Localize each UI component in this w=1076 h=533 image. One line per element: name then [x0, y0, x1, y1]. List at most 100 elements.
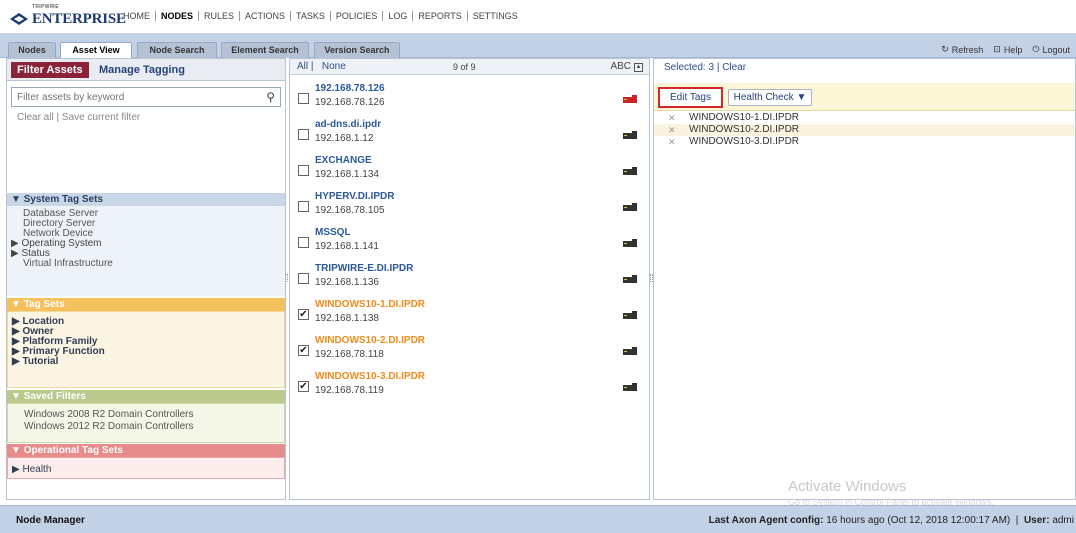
node-row[interactable]: ✔ WINDOWS10-2.DI.IPDR 192.168.78.118 — [290, 333, 649, 369]
nav-policies[interactable]: POLICIES — [331, 11, 384, 21]
node-name[interactable]: TRIPWIRE-E.DI.IPDR — [315, 263, 413, 274]
saved-filter-item[interactable]: Windows 2008 R2 Domain Controllers — [8, 409, 284, 421]
node-row[interactable]: TRIPWIRE-E.DI.IPDR 192.168.1.136 — [290, 261, 649, 297]
system-tag-item[interactable]: Virtual Infrastructure — [7, 259, 285, 269]
node-name[interactable]: 192.168.78.126 — [315, 83, 385, 94]
logo[interactable]: TRIPWIRE ENTERPRISE — [10, 4, 126, 30]
nav-settings[interactable]: SETTINGS — [468, 11, 523, 21]
sort-label: ABC — [610, 61, 631, 72]
node-row[interactable]: EXCHANGE 192.168.1.134 — [290, 153, 649, 189]
health-check-dropdown[interactable]: Health Check ▼ — [728, 89, 812, 106]
tab-node-search[interactable]: Node Search — [137, 42, 217, 58]
node-name[interactable]: EXCHANGE — [315, 155, 372, 166]
selected-node-name: WINDOWS10-1.DI.IPDR — [689, 112, 800, 123]
node-name[interactable]: MSSQL — [315, 227, 351, 238]
node-checkbox[interactable] — [298, 129, 309, 140]
node-checkbox[interactable]: ✔ — [298, 381, 309, 392]
tab-bar: Nodes Asset View Node Search Element Sea… — [0, 34, 1076, 59]
nav-rules[interactable]: RULES — [199, 11, 241, 21]
refresh-icon: ↻ — [941, 44, 949, 54]
status-bar: Node Manager Last Axon Agent config: 16 … — [0, 505, 1076, 533]
manage-tagging-tab[interactable]: Manage Tagging — [99, 62, 185, 78]
user-value: admi — [1052, 515, 1074, 526]
node-list: 192.168.78.126 192.168.78.126 ad-dns.di.ip… — [290, 81, 649, 461]
saved-filter-item[interactable]: Windows 2012 R2 Domain Controllers — [8, 421, 284, 433]
node-ip: 192.168.78.105 — [315, 205, 385, 216]
device-icon — [623, 383, 637, 391]
search-input[interactable] — [12, 88, 252, 106]
node-row[interactable]: ad-dns.di.ipdr 192.168.1.12 — [290, 117, 649, 153]
node-checkbox[interactable]: ✔ — [298, 345, 309, 356]
node-name[interactable]: WINDOWS10-2.DI.IPDR — [315, 335, 425, 346]
filter-links: Clear all | Save current filter — [17, 112, 141, 123]
logout-button[interactable]: ⏻ Logout — [1032, 44, 1070, 55]
node-ip: 192.168.1.134 — [315, 169, 379, 180]
node-name[interactable]: HYPERV.DI.IPDR — [315, 191, 394, 202]
logo-text: ENTERPRISE — [32, 10, 126, 27]
remove-icon[interactable]: ✕ — [668, 136, 676, 148]
search-icon[interactable]: ⚲ — [266, 90, 275, 104]
nav-reports[interactable]: REPORTS — [413, 11, 468, 21]
saved-filters-header[interactable]: ▼ Saved Filters — [7, 390, 285, 403]
nav-nodes[interactable]: NODES — [156, 11, 200, 21]
operational-tag-item[interactable]: ▶ Health — [8, 465, 284, 475]
remove-icon[interactable]: ✕ — [668, 112, 676, 124]
search-box: ⚲ — [11, 87, 281, 107]
nav-tasks[interactable]: TASKS — [291, 11, 331, 21]
select-none-link[interactable]: None — [322, 61, 346, 72]
selected-node-row: ✕ WINDOWS10-3.DI.IPDR — [654, 136, 1075, 148]
sort-control[interactable]: ABC ▲ — [610, 59, 643, 75]
node-checkbox[interactable] — [298, 201, 309, 212]
filter-subtabs: Filter Assets Manage Tagging — [7, 59, 285, 81]
node-row[interactable]: 192.168.78.126 192.168.78.126 — [290, 81, 649, 117]
selected-count: Selected: 3 — [664, 62, 715, 73]
node-name[interactable]: WINDOWS10-1.DI.IPDR — [315, 299, 425, 310]
refresh-button[interactable]: ↻ Refresh — [941, 44, 983, 55]
edit-tags-button[interactable]: Edit Tags — [658, 87, 723, 108]
node-row[interactable]: HYPERV.DI.IPDR 192.168.78.105 — [290, 189, 649, 225]
tab-nodes[interactable]: Nodes — [8, 42, 56, 58]
node-checkbox[interactable] — [298, 237, 309, 248]
system-tag-sets-header[interactable]: ▼ System Tag Sets — [7, 193, 285, 206]
selected-node-name: WINDOWS10-2.DI.IPDR — [689, 124, 800, 135]
selected-node-row: ✕ WINDOWS10-2.DI.IPDR — [654, 124, 1075, 136]
tab-asset-view[interactable]: Asset View — [60, 42, 132, 59]
nav-actions[interactable]: ACTIONS — [240, 11, 292, 21]
left-splitter-handle[interactable] — [285, 274, 288, 282]
save-filter-link[interactable]: Save current filter — [62, 112, 140, 123]
tab-element-search[interactable]: Element Search — [221, 42, 309, 58]
expand-arrow-icon: ▶ — [12, 464, 23, 475]
node-list-header: All | None 9 of 9 ABC ▲ — [290, 59, 649, 75]
tab-version-search[interactable]: Version Search — [314, 42, 400, 58]
tag-set-item[interactable]: ▶ Tutorial — [8, 357, 284, 367]
selected-node-name: WINDOWS10-3.DI.IPDR — [689, 136, 800, 147]
node-checkbox[interactable] — [298, 273, 309, 284]
filter-assets-tab[interactable]: Filter Assets — [11, 62, 89, 78]
system-tag-label: Virtual Infrastructure — [23, 258, 113, 269]
device-icon — [623, 275, 637, 283]
logout-label: Logout — [1042, 44, 1070, 55]
operational-tag-sets-header[interactable]: ▼ Operational Tag Sets — [7, 444, 285, 457]
clear-all-link[interactable]: Clear all — [17, 112, 54, 123]
node-ip: 192.168.78.118 — [315, 349, 384, 360]
operational-tag-label: Health — [22, 464, 52, 475]
node-row[interactable]: MSSQL 192.168.1.141 — [290, 225, 649, 261]
nav-log[interactable]: LOG — [383, 11, 414, 21]
node-row[interactable]: ✔ WINDOWS10-1.DI.IPDR 192.168.1.138 — [290, 297, 649, 333]
nav-home[interactable]: HOME — [118, 11, 156, 21]
node-ip: 192.168.1.136 — [315, 277, 379, 288]
tag-sets-header[interactable]: ▼ Tag Sets — [7, 298, 285, 311]
sort-direction-icon: ▲ — [634, 62, 643, 72]
node-checkbox[interactable]: ✔ — [298, 309, 309, 320]
node-ip: 192.168.1.141 — [315, 241, 379, 252]
node-checkbox[interactable] — [298, 93, 309, 104]
node-name[interactable]: ad-dns.di.ipdr — [315, 119, 381, 130]
agent-config-value: 16 hours ago (Oct 12, 2018 12:00:17 AM) — [826, 515, 1011, 526]
help-button[interactable]: ⊡ Help — [993, 44, 1022, 55]
clear-selection-link[interactable]: Clear — [722, 62, 746, 73]
node-row[interactable]: ✔ WINDOWS10-3.DI.IPDR 192.168.78.119 — [290, 369, 649, 405]
node-checkbox[interactable] — [298, 165, 309, 176]
select-all-link[interactable]: All — [297, 61, 308, 72]
remove-icon[interactable]: ✕ — [668, 124, 676, 136]
node-name[interactable]: WINDOWS10-3.DI.IPDR — [315, 371, 425, 382]
